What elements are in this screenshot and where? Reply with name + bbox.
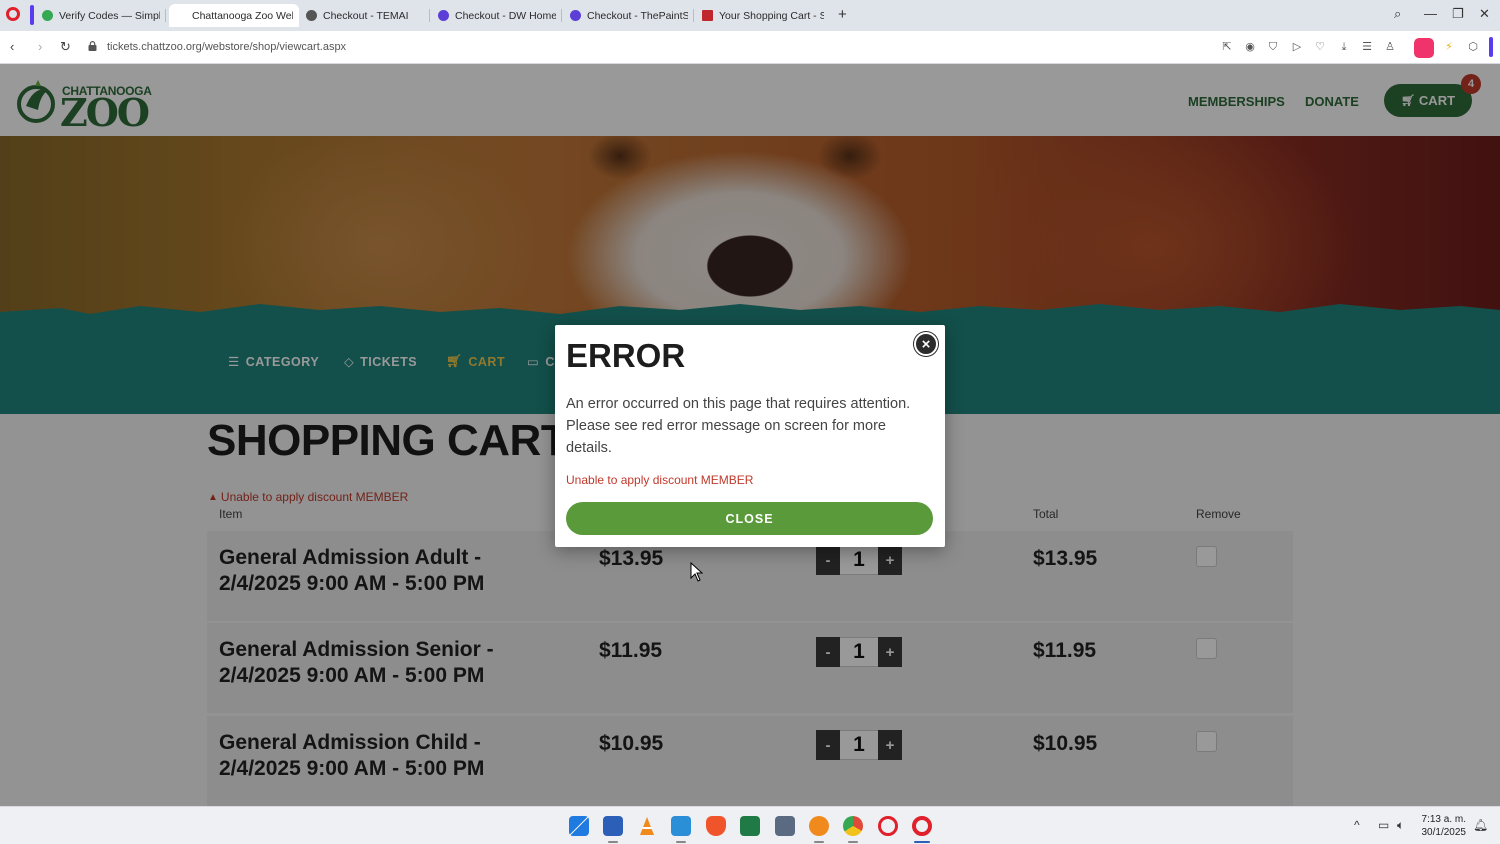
close-icon[interactable]: ×: [914, 332, 938, 356]
vlc-icon[interactable]: [637, 816, 657, 836]
dialog-title: ERROR: [566, 337, 686, 374]
chrome-icon[interactable]: [843, 816, 863, 836]
tab-label: Checkout - ThePaintStore: [587, 9, 688, 22]
excel-icon[interactable]: [740, 816, 760, 836]
error-dialog: ERROR × An error occurred on this page t…: [555, 325, 945, 547]
simplycodes-icon: [42, 10, 53, 21]
tab-label: Chattanooga Zoo Web Store: [192, 9, 293, 22]
opera-menu-icon[interactable]: [6, 7, 20, 21]
ccleaner-icon[interactable]: [809, 816, 829, 836]
camera-icon[interactable]: ◉: [1243, 40, 1257, 54]
reload-icon[interactable]: ↻: [60, 39, 71, 55]
tab-checkout-dw-home[interactable]: Checkout - DW Home Candles: [432, 4, 562, 27]
tab-chattanooga-zoo[interactable]: Chattanooga Zoo Web Store: [169, 4, 299, 27]
windows-taskbar: ^ ▭ 🔈︎ 7:13 a. m. 30/1/2025 🔔︎: [0, 806, 1500, 844]
lock-icon: [88, 41, 97, 51]
tab-label: Your Shopping Cart - Scalp: [719, 9, 824, 22]
shop-favicon-icon: [570, 10, 581, 21]
extensions-cube-icon[interactable]: ⬡: [1466, 40, 1480, 54]
browser-tab-bar: Verify Codes — SimplyCodes Chattanooga Z…: [0, 0, 1500, 31]
opera-icon[interactable]: [912, 816, 932, 836]
profile-icon[interactable]: ♙: [1383, 40, 1397, 54]
dialog-close-button[interactable]: CLOSE: [566, 502, 933, 535]
share-icon[interactable]: ⇱: [1220, 40, 1234, 54]
close-window-button[interactable]: ✕: [1479, 6, 1490, 22]
volume-icon[interactable]: 🔈︎: [1397, 818, 1404, 833]
minimize-button[interactable]: —: [1424, 6, 1437, 21]
network-icon[interactable]: ▭: [1378, 818, 1389, 832]
brave-icon[interactable]: [706, 816, 726, 836]
url-field[interactable]: tickets.chattzoo.org/webstore/shop/viewc…: [107, 41, 346, 53]
back-icon[interactable]: ‹: [10, 39, 14, 54]
notepad-icon[interactable]: [671, 816, 691, 836]
play-icon[interactable]: ▷: [1290, 40, 1304, 54]
clock-time: 7:13 a. m.: [1421, 814, 1466, 825]
tab-verify-codes[interactable]: Verify Codes — SimplyCodes: [36, 4, 166, 27]
globe-icon: [306, 10, 317, 21]
shop-favicon-icon: [438, 10, 449, 21]
tab-search-icon[interactable]: ⌕: [1394, 6, 1401, 22]
clock[interactable]: 7:13 a. m. 30/1/2025: [1416, 813, 1467, 839]
sidebar-indicator: [30, 5, 34, 25]
tab-checkout-paintstore[interactable]: Checkout - ThePaintStore: [564, 4, 694, 27]
tab-label: Checkout - DW Home Candles: [455, 9, 556, 22]
clock-date: 30/1/2025: [1421, 827, 1467, 838]
heart-icon[interactable]: ♡: [1313, 40, 1327, 54]
word-icon[interactable]: [603, 816, 623, 836]
mouse-cursor-icon: [690, 562, 704, 582]
windows-start-icon[interactable]: [569, 816, 589, 836]
dialog-message: An error occurred on this page that requ…: [566, 396, 911, 456]
address-bar: ‹ › ↻ tickets.chattzoo.org/webstore/shop…: [0, 31, 1500, 64]
zoo-favicon-icon: [175, 10, 186, 21]
new-tab-button[interactable]: +: [838, 6, 847, 23]
tab-shopping-cart-scalp[interactable]: Your Shopping Cart - Scalp: [696, 4, 830, 27]
opera-gx-icon[interactable]: [878, 816, 898, 836]
notification-icon[interactable]: 🔔︎: [1473, 818, 1488, 832]
extension-icon[interactable]: [1414, 38, 1434, 58]
tab-label: Verify Codes — SimplyCodes: [59, 9, 160, 22]
restore-button[interactable]: ❐: [1452, 6, 1464, 22]
easy-setup-icon[interactable]: ☰: [1360, 40, 1374, 54]
dialog-error-text: Unable to apply discount MEMBER: [566, 473, 754, 487]
show-hidden-icons-icon[interactable]: ^: [1354, 818, 1360, 832]
bookmark-favicon-icon: [702, 10, 713, 21]
download-icon[interactable]: ⤓: [1337, 40, 1351, 54]
sidebar-toggle-icon[interactable]: [1489, 37, 1493, 57]
tab-checkout-temai[interactable]: Checkout - TEMAI: [300, 4, 430, 27]
shield-icon[interactable]: ⛉: [1266, 40, 1280, 54]
lightning-extension-icon[interactable]: ⚡: [1442, 40, 1456, 54]
forward-icon[interactable]: ›: [38, 39, 42, 54]
calculator-icon[interactable]: [775, 816, 795, 836]
tab-label: Checkout - TEMAI: [323, 9, 409, 22]
